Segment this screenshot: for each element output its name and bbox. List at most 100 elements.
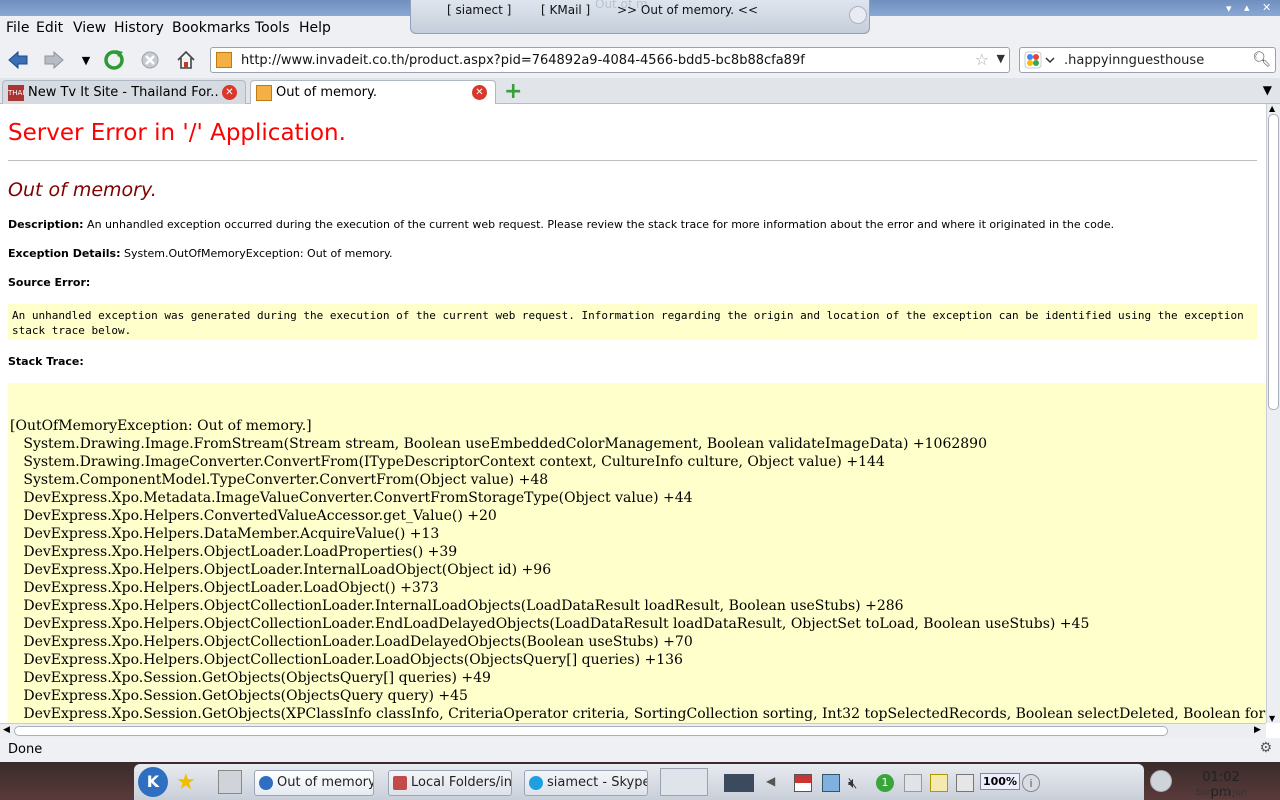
clipboard-icon[interactable] — [930, 774, 948, 792]
scroll-left-icon[interactable]: ◀ — [3, 725, 10, 735]
network-icon[interactable] — [822, 774, 840, 792]
stack-trace-line: [OutOfMemoryException: Out of memory.] — [10, 418, 312, 434]
tab-out-of-memory[interactable]: Out of memory. ✕ — [250, 80, 496, 104]
scroll-right-icon[interactable]: ▶ — [1254, 725, 1261, 735]
lock-icon[interactable] — [956, 774, 974, 792]
tab-list-dropdown-icon[interactable]: ▼ — [1263, 83, 1272, 97]
device-notifier-icon[interactable] — [724, 774, 754, 792]
minimize-icon[interactable]: ▾ — [1226, 2, 1238, 15]
kde-menu-icon[interactable]: K — [138, 767, 168, 797]
error-heading: Server Error in '/' Application. — [8, 120, 346, 146]
stack-trace-line: DevExpress.Xpo.Helpers.ObjectLoader.Inte… — [10, 562, 552, 578]
task-label: Out of memory. — [277, 775, 374, 790]
stop-icon — [141, 51, 159, 69]
vertical-scrollbar-thumb[interactable] — [1268, 114, 1279, 410]
keyboard-layout-flag-icon[interactable] — [794, 774, 812, 792]
kmail-icon — [393, 776, 407, 790]
favorites-star-icon[interactable]: ★ — [176, 770, 196, 795]
browser-icon — [259, 776, 273, 790]
stack-trace-line: DevExpress.Xpo.Session.GetObjects(Object… — [10, 670, 491, 686]
new-tab-icon[interactable]: + — [504, 79, 522, 104]
window-item-siamect[interactable]: [ siamect ] — [447, 3, 511, 17]
stack-trace-line: DevExpress.Xpo.Helpers.DataMember.Acquir… — [10, 526, 440, 542]
volume-level[interactable]: 100% — [980, 773, 1020, 790]
forward-arrow-icon — [44, 50, 64, 70]
taskbar: K ★ Out of memory. Local Folders/in siam… — [0, 762, 1280, 800]
vertical-scrollbar[interactable]: ▲ ▼ — [1266, 104, 1280, 723]
exception-row: Exception Details: System.OutOfMemoryExc… — [8, 247, 392, 260]
exception-text: System.OutOfMemoryException: Out of memo… — [123, 247, 393, 260]
panel-cashew-icon[interactable] — [1150, 770, 1172, 792]
updates-icon[interactable]: 1 — [876, 774, 894, 792]
task-local-folders[interactable]: Local Folders/in — [388, 770, 512, 796]
tab-thailand-forum[interactable]: THAI New Tv It Site - Thailand For... ✕ — [2, 80, 246, 104]
window-item-kmail[interactable]: [ KMail ] — [541, 3, 590, 17]
tab-close-icon[interactable]: ✕ — [472, 85, 487, 100]
task-skype[interactable]: siamect - Skype — [524, 770, 648, 796]
calculator-icon[interactable] — [218, 770, 242, 794]
resize-grip-icon[interactable]: ⚙ — [1259, 740, 1272, 756]
back-arrow-icon — [8, 50, 28, 70]
search-input[interactable]: .happyinnguesthouse — [1064, 53, 1204, 68]
stack-trace-line: DevExpress.Xpo.Helpers.ObjectCollectionL… — [10, 634, 693, 650]
stack-trace-line: DevExpress.Xpo.Helpers.ObjectCollectionL… — [10, 616, 1090, 632]
skype-icon — [529, 776, 543, 790]
page-favicon-icon — [256, 85, 272, 101]
task-out-of-memory[interactable]: Out of memory. — [254, 770, 374, 796]
stack-trace-line: DevExpress.Xpo.Helpers.ObjectLoader.Load… — [10, 544, 458, 560]
menu-history[interactable]: History — [114, 20, 164, 36]
magnifier-icon[interactable]: 🔍︎ — [1252, 50, 1271, 68]
menu-tools[interactable]: Tools — [255, 20, 290, 36]
stop-button[interactable] — [138, 48, 162, 72]
tray-expand-icon[interactable]: ◀ — [766, 774, 775, 788]
stack-trace-line: DevExpress.Xpo.Helpers.ObjectLoader.Load… — [10, 580, 439, 596]
maximize-icon[interactable]: ▴ — [1244, 1, 1256, 14]
scroll-up-icon[interactable]: ▲ — [1269, 104, 1275, 113]
home-icon — [177, 50, 195, 69]
stack-trace-line: System.Drawing.Image.FromStream(Stream s… — [10, 436, 987, 452]
tab-bar: THAI New Tv It Site - Thailand For... ✕ … — [0, 78, 1280, 104]
horizontal-scrollbar[interactable]: ◀ ▶ — [0, 723, 1266, 738]
site-favicon-icon — [216, 52, 232, 68]
task-label: siamect - Skype — [547, 775, 648, 790]
menu-view[interactable]: View — [73, 20, 106, 36]
menu-file[interactable]: File — [6, 20, 29, 36]
google-icon — [1024, 51, 1055, 69]
stack-trace-line: System.Drawing.ImageConverter.ConvertFro… — [10, 454, 885, 470]
window-switcher: Out of m [ siamect ] [ KMail ] >> Out of… — [410, 0, 870, 34]
thai-visa-favicon-icon: THAI — [8, 85, 24, 101]
taskbar-panel: K ★ Out of memory. Local Folders/in siam… — [134, 764, 1247, 800]
stack-trace-line: System.ComponentModel.TypeConverter.Conv… — [10, 472, 549, 488]
stack-trace-lines: [OutOfMemoryException: Out of memory.] S… — [10, 417, 1266, 723]
back-button[interactable] — [6, 48, 30, 72]
volume-muted-icon[interactable]: 🔇︎ — [848, 774, 866, 792]
tab-close-icon[interactable]: ✕ — [222, 85, 237, 100]
status-text: Done — [8, 742, 43, 757]
history-dropdown-icon[interactable]: ▼ — [74, 48, 98, 72]
task-label: Local Folders/in — [411, 775, 512, 790]
forward-button[interactable] — [42, 48, 66, 72]
menu-help[interactable]: Help — [299, 20, 331, 36]
home-button[interactable] — [174, 48, 198, 72]
scroll-down-icon[interactable]: ▼ — [1269, 714, 1275, 723]
url-bar[interactable]: http://www.invadeit.co.th/product.aspx?p… — [210, 47, 1010, 73]
close-window-icon[interactable]: ✕ — [1262, 1, 1274, 14]
desktop-pager[interactable] — [660, 768, 708, 796]
reload-icon — [104, 50, 124, 70]
menu-bookmarks[interactable]: Bookmarks — [172, 20, 250, 36]
horizontal-scrollbar-thumb[interactable] — [14, 726, 1168, 736]
stack-trace-row: Stack Trace: — [8, 355, 84, 368]
info-icon[interactable]: i — [1022, 774, 1040, 792]
bookmark-star-icon[interactable]: ☆ — [975, 50, 989, 69]
url-dropdown-icon[interactable]: ▼ — [997, 52, 1005, 65]
window-item-current[interactable]: >> Out of memory. << — [617, 3, 758, 17]
security-shield-icon[interactable] — [904, 774, 922, 792]
search-bar[interactable]: .happyinnguesthouse 🔍︎ — [1019, 47, 1276, 73]
menu-edit[interactable]: Edit — [36, 20, 63, 36]
divider — [8, 160, 1257, 161]
stack-trace-line: DevExpress.Xpo.Metadata.ImageValueConver… — [10, 490, 693, 506]
window-switcher-close-icon[interactable] — [849, 6, 867, 24]
reload-button[interactable] — [102, 48, 126, 72]
search-engine-selector[interactable] — [1024, 51, 1058, 69]
url-text[interactable]: http://www.invadeit.co.th/product.aspx?p… — [241, 53, 805, 68]
